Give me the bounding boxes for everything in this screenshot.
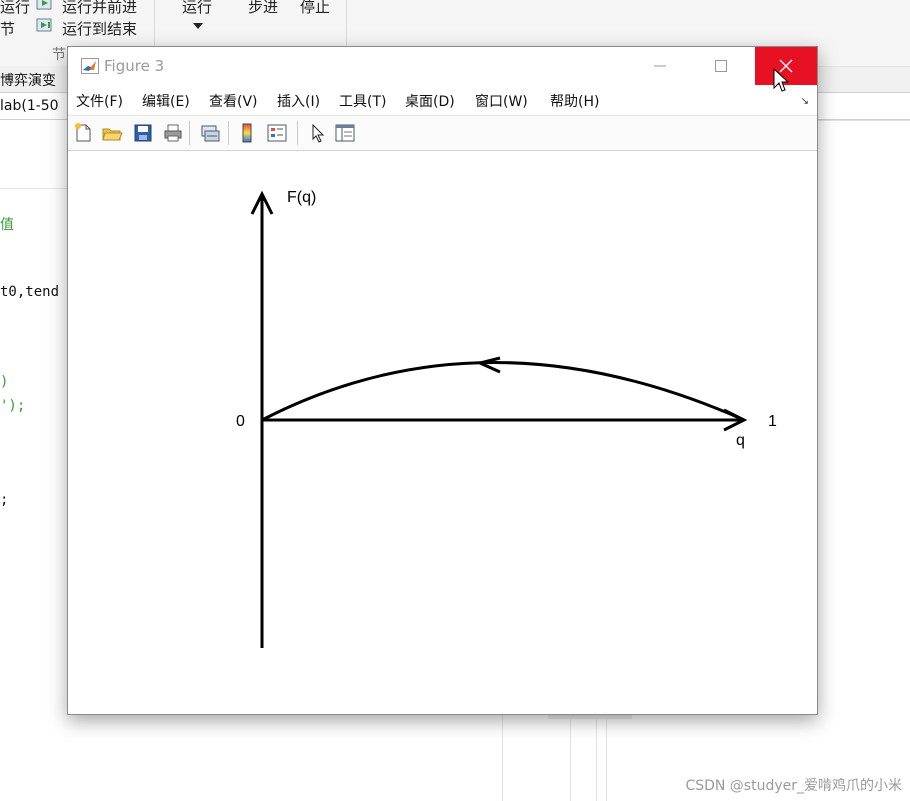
figure-title: Figure 3 <box>104 57 165 75</box>
menu-tools[interactable]: 工具(T) <box>339 91 386 111</box>
code-line[interactable]: ) <box>0 374 8 390</box>
link-plot-icon[interactable] <box>199 122 221 144</box>
y-axis-label: F(q) <box>287 189 316 206</box>
legend-icon[interactable] <box>266 122 288 144</box>
dock-arrow-icon[interactable]: ↘ <box>801 96 809 107</box>
figure-titlebar[interactable]: Figure 3 <box>68 47 817 92</box>
menu-edit[interactable]: 编辑(E) <box>142 91 190 111</box>
figure-menubar: 文件(F) 编辑(E) 查看(V) 插入(I) 工具(T) 桌面(D) 窗口(W… <box>68 87 817 113</box>
run-and-advance-button[interactable]: 运行并前进 <box>62 0 137 17</box>
code-line[interactable]: t0,tend <box>0 284 59 300</box>
menu-insert[interactable]: 插入(I) <box>277 91 320 111</box>
colorbar-icon[interactable] <box>236 122 258 144</box>
stop-button[interactable]: 停止 <box>300 0 330 17</box>
run-section-label-top[interactable]: 运行 <box>0 0 30 17</box>
menu-file[interactable]: 文件(F) <box>76 91 123 111</box>
toolbar-separator <box>228 121 229 145</box>
save-icon[interactable] <box>132 122 154 144</box>
menu-help[interactable]: 帮助(H) <box>550 91 599 111</box>
editor-divider <box>0 188 70 189</box>
property-inspector-icon[interactable] <box>334 122 356 144</box>
menu-window[interactable]: 窗口(W) <box>475 91 528 111</box>
figure-window[interactable]: Figure 3 文件(F) 编辑(E) 查看(V) 插入(I) 工具(T) 桌… <box>67 46 818 715</box>
x-axis-label: q <box>736 432 745 449</box>
menu-desktop[interactable]: 桌面(D) <box>405 91 455 111</box>
editor-tab[interactable]: 博弈演变 <box>0 70 56 90</box>
section-group-label: 节 <box>52 47 66 63</box>
code-line[interactable]: 值 <box>0 214 14 234</box>
print-icon[interactable] <box>162 122 184 144</box>
x-end-label: 1 <box>768 413 777 430</box>
matlab-logo-icon <box>81 58 99 74</box>
run-dropdown-chevron-icon[interactable] <box>193 23 203 29</box>
figure-toolbar <box>68 115 817 151</box>
minimize-icon <box>654 65 666 67</box>
run-section-label-bottom[interactable]: 节 <box>0 18 15 39</box>
editor-path-text: lab(1-50 <box>0 98 59 114</box>
minimize-button[interactable] <box>631 47 689 85</box>
toolbar-separator <box>189 121 190 145</box>
phase-plot-svg: F(q) q 0 1 <box>236 189 777 648</box>
watermark-text: CSDN @studyer_爱啃鸡爪的小米 <box>685 778 902 794</box>
toolbar-separator <box>297 121 298 145</box>
maximize-button[interactable] <box>692 47 750 85</box>
origin-label: 0 <box>236 413 245 430</box>
new-figure-icon[interactable] <box>72 122 94 144</box>
run-and-advance-icon[interactable] <box>36 0 54 12</box>
code-line[interactable]: ; <box>0 492 8 508</box>
menu-view[interactable]: 查看(V) <box>209 91 258 111</box>
run-button[interactable]: 运行 <box>182 0 212 17</box>
code-line[interactable]: '); <box>0 398 25 414</box>
run-to-end-button[interactable]: 运行到结束 <box>62 18 137 39</box>
edit-plot-icon[interactable] <box>307 122 329 144</box>
maximize-icon <box>715 60 727 72</box>
run-to-end-icon[interactable] <box>36 18 54 34</box>
step-button[interactable]: 步进 <box>248 0 278 17</box>
fq-curve <box>261 361 745 422</box>
plot-area[interactable]: F(q) q 0 1 <box>68 150 817 714</box>
curve-direction-arrow <box>475 356 501 374</box>
open-file-icon[interactable] <box>101 122 123 144</box>
